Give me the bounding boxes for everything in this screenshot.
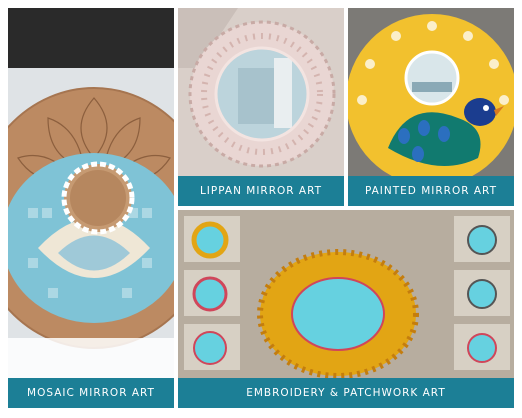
mosaic-caption: MOSAIC MIRROR ART	[8, 378, 174, 408]
painted-mirror-panel: PAINTED MIRROR ART	[348, 8, 514, 206]
embroidery-panel: EMBROIDERY & PATCHWORK ART	[178, 210, 514, 408]
embroidery-caption: EMBROIDERY & PATCHWORK ART	[178, 378, 514, 408]
lippan-mirror-panel: LIPPAN MIRROR ART	[178, 8, 344, 206]
painted-caption: PAINTED MIRROR ART	[348, 176, 514, 206]
lippan-caption: LIPPAN MIRROR ART	[178, 176, 344, 206]
mosaic-mirror-image	[8, 8, 174, 408]
mosaic-mirror-panel: MOSAIC MIRROR ART	[8, 8, 174, 408]
